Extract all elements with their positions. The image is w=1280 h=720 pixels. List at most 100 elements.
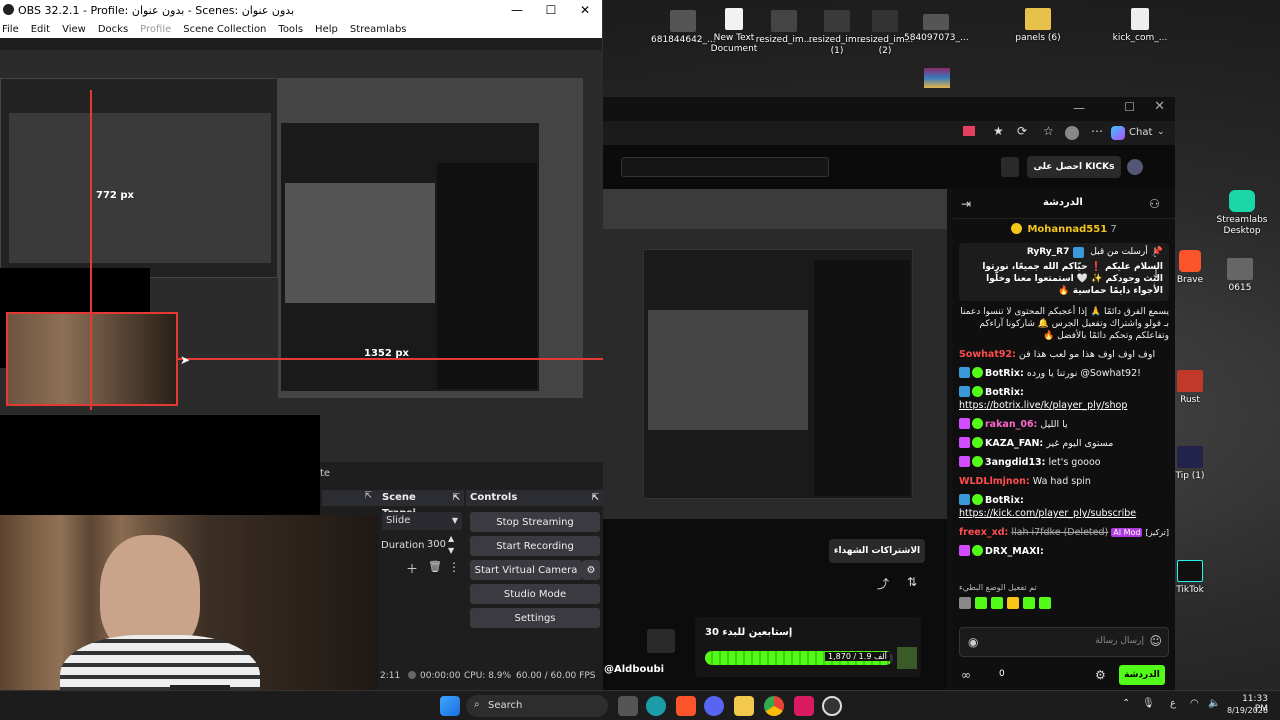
chat-username[interactable]: 3angdid13:	[985, 457, 1045, 468]
undock-icon[interactable]: ⇱	[591, 490, 599, 506]
chat-settings-icon[interactable]: ⚙	[1095, 668, 1106, 682]
selected-webcam-source[interactable]	[6, 312, 178, 406]
minimize-icon[interactable]: —	[500, 0, 534, 20]
trash-icon[interactable]: 🗑	[428, 560, 442, 573]
more-vertical-icon[interactable]: ⋮	[448, 560, 460, 574]
stop-streaming-button[interactable]: Stop Streaming	[470, 512, 600, 532]
undock-icon[interactable]: ⇱	[452, 490, 460, 506]
file-explorer-icon[interactable]	[734, 696, 754, 716]
ai-mod-badge: AI Mod	[1111, 528, 1143, 537]
chevron-down-icon[interactable]: ⌄	[1157, 127, 1165, 137]
menu-file[interactable]: File	[2, 24, 19, 35]
chat-username[interactable]: WLDLlmjnon:	[959, 476, 1030, 487]
user-avatar[interactable]	[1127, 159, 1143, 175]
share-icon[interactable]: ⤴	[877, 575, 889, 592]
chat-username[interactable]: BotRix:	[985, 495, 1024, 506]
more-menu-icon[interactable]: ⋯	[1091, 124, 1103, 138]
virtual-camera-settings-button[interactable]: ⚙	[582, 560, 600, 580]
emote-icon[interactable]	[959, 597, 971, 609]
desktop-icon[interactable]: panels (6)	[1006, 8, 1070, 44]
gift-icon[interactable]	[1001, 157, 1019, 177]
emote-icon[interactable]	[991, 597, 1003, 609]
menu-streamlabs[interactable]: Streamlabs	[350, 24, 407, 35]
brave-icon[interactable]	[676, 696, 696, 716]
discord-icon[interactable]	[704, 696, 724, 716]
windows-start-icon[interactable]	[440, 696, 460, 716]
record-icon[interactable]: ◉	[968, 635, 978, 649]
chat-username[interactable]: BotRix:	[985, 387, 1024, 398]
pinned-more-icon[interactable]: ⋮	[1149, 245, 1161, 259]
clock-date[interactable]: 8/19/2026	[1226, 706, 1268, 715]
desktop-icon[interactable]: 584097073_...	[904, 14, 969, 44]
app-icon[interactable]	[794, 696, 814, 716]
stream-video[interactable]	[603, 189, 947, 519]
chat-text[interactable]: https://kick.com/player_ply/subscribe	[959, 508, 1136, 519]
menu-view[interactable]: View	[62, 24, 86, 35]
winrar-icon[interactable]	[924, 68, 950, 88]
emote-icon[interactable]	[1007, 597, 1019, 609]
subs-gift-button[interactable]: الاشتراكات الشهداء	[829, 539, 925, 563]
profile-avatar[interactable]	[1065, 126, 1079, 140]
chat-username[interactable]: rakan_06:	[985, 419, 1037, 430]
tray-chevron-icon[interactable]: ⌃	[1122, 698, 1130, 709]
search-input[interactable]	[621, 157, 829, 177]
users-icon[interactable]: ⚇	[1149, 197, 1160, 211]
emote-icon[interactable]	[1039, 597, 1051, 609]
chat-text[interactable]: https://botrix.live/k/player_ply/shop	[959, 400, 1127, 411]
spin-down-icon[interactable]: ▼	[448, 546, 454, 555]
verified-icon	[972, 386, 983, 397]
get-kicks-button[interactable]: احصل على KICKs	[1027, 156, 1121, 178]
close-icon[interactable]: ✕	[568, 0, 602, 20]
desktop-icon[interactable]: kick_com_...	[1108, 8, 1172, 44]
menu-docks[interactable]: Docks	[98, 24, 128, 35]
studio-mode-button[interactable]: Studio Mode	[470, 584, 600, 604]
chat-username[interactable]: freex_xd:	[959, 527, 1008, 538]
spin-up-icon[interactable]: ▲	[448, 534, 454, 543]
settings-button[interactable]: Settings	[470, 608, 600, 628]
edge-icon[interactable]	[646, 696, 666, 716]
screenshot-icon[interactable]	[963, 126, 975, 136]
language-indicator[interactable]: ع	[1170, 698, 1176, 709]
chrome-icon[interactable]	[764, 696, 784, 716]
chat-username[interactable]: DRX_MAXI:	[985, 546, 1044, 557]
maximize-icon[interactable]: ☐	[534, 0, 568, 20]
menu-edit[interactable]: Edit	[31, 24, 50, 35]
close-icon[interactable]: ✕	[1154, 99, 1165, 114]
emoji-icon[interactable]: ☺	[1149, 634, 1162, 648]
chat-username[interactable]: BotRix:	[985, 368, 1024, 379]
start-recording-button[interactable]: Start Recording	[470, 536, 600, 556]
bookmark-star-icon[interactable]: ★	[993, 124, 1004, 138]
transition-select[interactable]: Slide ▼	[382, 512, 462, 530]
add-icon[interactable]: ＋	[406, 560, 418, 577]
wifi-icon[interactable]: ◠	[1190, 698, 1199, 709]
menu-tools[interactable]: Tools	[278, 24, 303, 35]
undock-icon[interactable]: ⇱	[364, 491, 372, 501]
favorites-icon[interactable]: ☆	[1043, 124, 1054, 138]
settings-sliders-icon[interactable]: ⇅	[907, 575, 917, 589]
emote-icon[interactable]	[975, 597, 987, 609]
infinity-icon[interactable]: ∞	[961, 668, 971, 682]
send-chat-button[interactable]: الدردشة	[1119, 665, 1165, 685]
desktop-icon[interactable]: Streamlabs Desktop	[1210, 190, 1274, 237]
mic-icon[interactable]: 🎙	[1142, 698, 1155, 709]
extensions-icon[interactable]: ⟳	[1017, 124, 1027, 138]
menu-scene-collection[interactable]: Scene Collection	[183, 24, 266, 35]
maximize-icon[interactable]: ☐	[1124, 100, 1135, 114]
chat-input[interactable]: إرسال رسالة ☺ ◉	[959, 627, 1169, 657]
start-virtual-camera-button[interactable]: Start Virtual Camera	[470, 560, 582, 580]
task-view-icon[interactable]	[618, 696, 638, 716]
minimize-icon[interactable]: —	[1073, 101, 1085, 115]
chat-button-label[interactable]: Chat	[1129, 127, 1152, 138]
chat-username[interactable]: KAZA_FAN:	[985, 438, 1043, 449]
collapse-chat-icon[interactable]: ⇥	[961, 197, 971, 211]
menu-help[interactable]: Help	[315, 24, 338, 35]
edit-pencil-icon[interactable]	[647, 629, 675, 653]
volume-icon[interactable]: 🔈	[1208, 698, 1220, 709]
pinned-expand-icon[interactable]: ↓	[1151, 267, 1161, 281]
menu-profile[interactable]: Profile	[140, 24, 171, 35]
desktop-icon[interactable]: 0615	[1208, 258, 1272, 294]
emote-icon[interactable]	[1023, 597, 1035, 609]
chat-username[interactable]: Sowhat92:	[959, 349, 1016, 360]
taskbar-search[interactable]: ⌕ Search	[466, 695, 608, 717]
obs-taskbar-icon[interactable]	[822, 696, 842, 716]
